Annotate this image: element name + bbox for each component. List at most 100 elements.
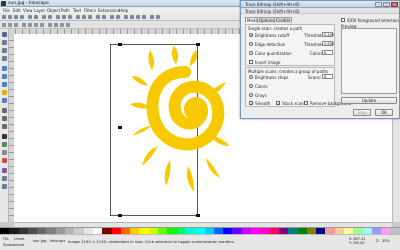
rotate-cw-icon[interactable]	[28, 23, 32, 27]
pencil-tool-icon[interactable]	[2, 108, 7, 113]
dialog-titlebar: Trace Bitmap (Shift+Alt+B) – □ ×	[241, 1, 399, 8]
selector-tool-icon[interactable]	[2, 32, 7, 37]
redo-icon[interactable]	[48, 15, 52, 19]
pen-tool-icon[interactable]	[2, 116, 7, 121]
fill-stroke-icon[interactable]	[124, 15, 128, 19]
raise-to-top-icon[interactable]	[48, 23, 52, 27]
brightness-cutoff-label: Brightness cutoff	[255, 33, 290, 38]
spiral-tool-icon[interactable]	[2, 98, 7, 103]
smooth-checkbox[interactable]: ✓	[249, 101, 253, 106]
stack-scans-checkbox[interactable]: ✓	[276, 101, 280, 106]
spray-tool-icon[interactable]	[2, 142, 7, 147]
scans-input[interactable]: 8	[322, 74, 333, 79]
zoom-page-icon[interactable]	[88, 15, 92, 19]
gradient-tool-icon[interactable]	[2, 168, 7, 173]
brightness-cutoff-radio[interactable]	[249, 33, 253, 37]
cut-icon[interactable]	[62, 15, 66, 19]
trace-bitmap-dialog: Trace Bitmap (Shift+Alt+B) – □ × Trace B…	[240, 0, 400, 119]
fill-label: Fill:	[3, 237, 10, 241]
edge-detection-radio[interactable]	[249, 42, 253, 46]
stop-button[interactable]: Stop	[353, 109, 371, 116]
group-icon[interactable]	[110, 15, 114, 19]
text-font-icon[interactable]	[130, 15, 134, 19]
connector-tool-icon[interactable]	[2, 184, 7, 189]
tweak-tool-icon[interactable]	[2, 48, 7, 53]
update-button[interactable]: Update	[341, 97, 397, 104]
flip-horizontal-icon[interactable]	[34, 23, 38, 27]
sun-spiral	[146, 66, 225, 151]
duplicate-icon[interactable]	[96, 15, 100, 19]
maximize-button[interactable]: □	[383, 2, 390, 7]
select-all-icon[interactable]	[2, 23, 6, 27]
star-tool-icon[interactable]	[2, 90, 7, 95]
export-icon[interactable]	[34, 15, 38, 19]
selection-handle-top-left[interactable]	[118, 43, 122, 46]
selection-handle-left[interactable]	[118, 126, 122, 129]
brightness-threshold-input[interactable]: 0.450	[322, 32, 334, 37]
y-value: 250.62	[352, 241, 365, 245]
dropper-tool-icon[interactable]	[2, 176, 7, 181]
save-icon[interactable]	[14, 15, 18, 19]
rotate-ccw-icon[interactable]	[22, 23, 26, 27]
clone-icon[interactable]	[102, 15, 106, 19]
text-tool-icon[interactable]	[2, 134, 7, 139]
eraser-tool-icon[interactable]	[2, 150, 7, 155]
cursor-coordinates: X: 697.32 Y: 250.62	[349, 237, 365, 245]
tab-credits[interactable]: Credits	[274, 17, 293, 23]
align-icon[interactable]	[142, 15, 146, 19]
grays-radio[interactable]	[249, 93, 253, 97]
color-quantization-radio[interactable]	[249, 51, 253, 55]
minimize-button[interactable]: –	[375, 2, 382, 7]
paint-bucket-tool-icon[interactable]	[2, 158, 7, 163]
import-icon[interactable]	[28, 15, 32, 19]
multiple-scans-title: Multiple scans: creates a group of paths	[248, 69, 329, 74]
copy-icon[interactable]	[56, 15, 60, 19]
zoom-drawing-icon[interactable]	[82, 15, 86, 19]
preferences-icon[interactable]	[150, 15, 154, 19]
node-tool-icon[interactable]	[2, 40, 7, 45]
flip-vertical-icon[interactable]	[40, 23, 44, 27]
invert-image-checkbox[interactable]	[249, 60, 253, 64]
dialog-panel-header: Trace Bitmap (Shift+Alt+B)	[241, 8, 399, 14]
lower-to-bottom-icon[interactable]	[66, 23, 70, 27]
xml-editor-icon[interactable]	[136, 15, 140, 19]
ellipse-tool-icon[interactable]	[2, 82, 7, 87]
edge-threshold-input[interactable]: 0.650	[322, 41, 334, 46]
select-all-layers-icon[interactable]	[8, 23, 12, 27]
layer-selector[interactable]: sun.jpg - Inkscape	[33, 239, 65, 243]
remove-background-checkbox[interactable]	[304, 101, 308, 105]
brightness-steps-label: Brightness steps	[255, 75, 289, 80]
ok-button[interactable]: OK	[375, 109, 393, 116]
color-quantization-label: Color quantization	[255, 51, 292, 56]
y-label: Y:	[349, 241, 352, 245]
sun-image[interactable]	[130, 46, 240, 216]
siox-checkbox[interactable]	[341, 18, 345, 22]
raise-icon[interactable]	[54, 23, 58, 27]
3d-box-tool-icon[interactable]	[2, 74, 7, 79]
status-message: Image 1195 × 1195: embedded in root. Cli…	[68, 239, 235, 244]
undo-icon[interactable]	[42, 15, 46, 19]
new-document-icon[interactable]	[2, 15, 6, 19]
stack-scans-label: Stack scans	[282, 101, 306, 106]
zoom-selection-icon[interactable]	[76, 15, 80, 19]
zoom-tool-icon[interactable]	[2, 56, 7, 61]
rectangle-tool-icon[interactable]	[2, 66, 7, 71]
document-properties-icon[interactable]	[156, 15, 160, 19]
ungroup-icon[interactable]	[116, 15, 120, 19]
zoom-value[interactable]: 35%	[382, 239, 390, 243]
brightness-steps-radio[interactable]	[249, 75, 253, 79]
colors-radio[interactable]	[249, 84, 253, 88]
paste-icon[interactable]	[68, 15, 72, 19]
single-scan-group: Single scan: creates a path Brightness c…	[245, 24, 335, 66]
open-icon[interactable]	[8, 15, 12, 19]
dialog-panel-title: Trace Bitmap (Shift+Alt+B)	[245, 9, 300, 14]
calligraphy-tool-icon[interactable]	[2, 124, 7, 129]
print-icon[interactable]	[20, 15, 24, 19]
status-bar: Fill: Unset Stroke: Unset sun.jpg - Inks…	[0, 234, 400, 250]
lower-icon[interactable]	[60, 23, 64, 27]
grays-label: Grays	[255, 93, 267, 98]
selection-handle-bottom-left[interactable]	[118, 214, 122, 217]
quantization-colors-input[interactable]: 8	[322, 50, 333, 55]
close-button[interactable]: ×	[391, 2, 398, 7]
deselect-icon[interactable]	[14, 23, 18, 27]
